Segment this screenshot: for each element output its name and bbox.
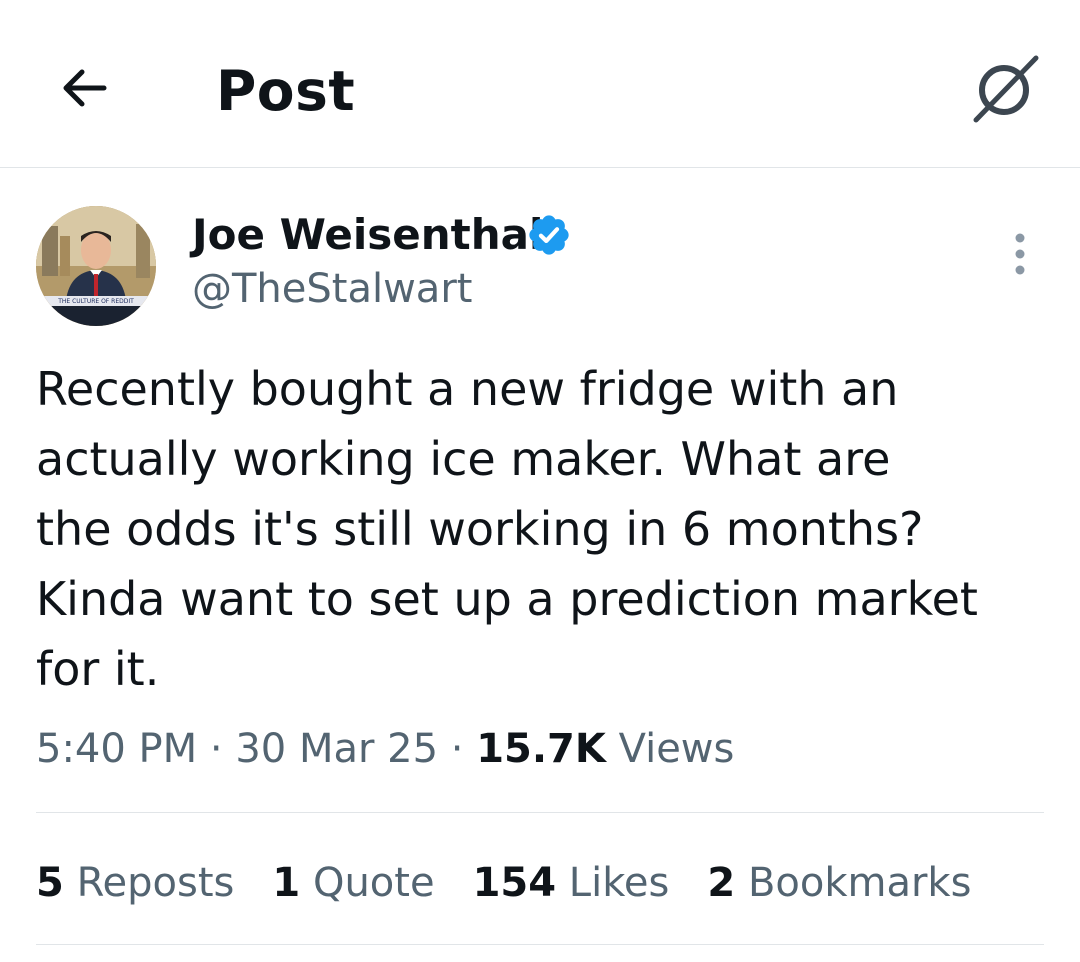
author-handle[interactable]: @TheStalwart <box>192 262 472 316</box>
bookmarks-stat[interactable]: 2 Bookmarks <box>707 852 971 914</box>
avatar-image: THE CULTURE OF REDDIT <box>36 206 156 326</box>
grok-button[interactable] <box>966 48 1046 128</box>
post-text: Recently bought a new fridge with an act… <box>36 362 978 696</box>
reposts-count: 5 <box>36 860 64 906</box>
quotes-label: Quote <box>312 860 435 906</box>
meta-separator: · <box>209 726 223 772</box>
verified-badge-icon <box>529 215 569 255</box>
quotes-count: 1 <box>272 860 301 906</box>
arrow-left-icon <box>63 69 107 107</box>
reposts-stat[interactable]: 5 Reposts <box>36 852 234 914</box>
post-time[interactable]: 5:40 PM <box>36 726 197 772</box>
author-name[interactable]: Joe Weisenthal <box>192 208 543 262</box>
avatar-caption: THE CULTURE OF REDDIT <box>57 298 134 305</box>
meta-separator: · <box>450 726 464 772</box>
views-count: 15.7K <box>476 726 606 772</box>
more-options-button[interactable] <box>996 226 1044 282</box>
back-button[interactable] <box>52 56 116 120</box>
quotes-stat[interactable]: 1 Quote <box>272 852 434 914</box>
bookmarks-label: Bookmarks <box>747 860 972 906</box>
engagement-stats: 5 Reposts 1 Quote 154 Likes 2 Bookmarks <box>36 852 1009 914</box>
bookmarks-count: 2 <box>707 860 736 906</box>
more-vertical-icon <box>1015 233 1025 275</box>
grok-icon <box>973 55 1039 123</box>
post-date[interactable]: 30 Mar 25 <box>235 726 438 772</box>
divider <box>36 944 1044 945</box>
post-meta: 5:40 PM · 30 Mar 25 · 15.7K Views <box>36 718 734 780</box>
top-app-bar: Post <box>0 0 1080 168</box>
views-label: Views <box>618 726 735 772</box>
reposts-label: Reposts <box>76 860 235 906</box>
page-title: Post <box>216 59 356 123</box>
likes-count: 154 <box>472 860 557 906</box>
likes-stat[interactable]: 154 Likes <box>473 852 670 914</box>
avatar[interactable]: THE CULTURE OF REDDIT <box>36 206 156 326</box>
likes-label: Likes <box>568 860 670 906</box>
divider <box>36 812 1044 813</box>
